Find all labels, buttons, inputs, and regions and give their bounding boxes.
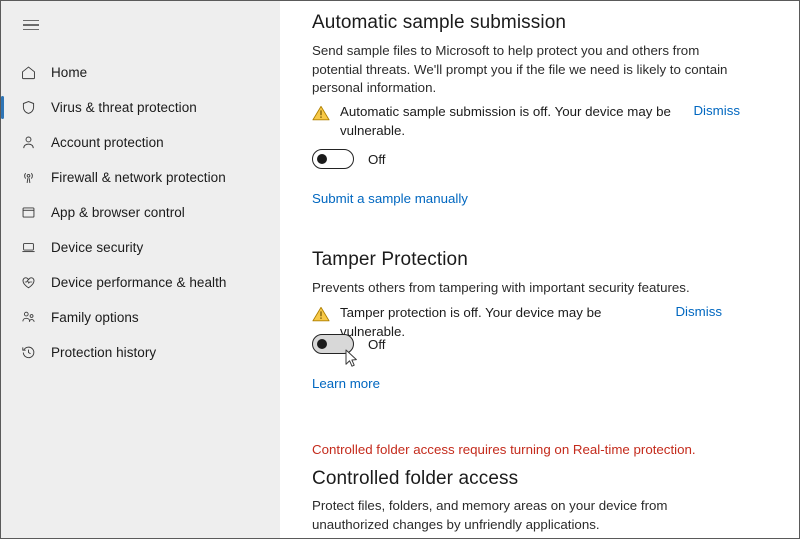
sidebar-item-home[interactable]: Home	[1, 55, 280, 90]
main-content-panel: Automatic sample submission Send sample …	[280, 1, 799, 538]
automatic-sample-submission-warning: Automatic sample submission is off. Your…	[312, 103, 740, 140]
toggle-knob	[317, 339, 327, 349]
automatic-sample-submission-toggle-row: Off	[312, 149, 386, 169]
warning-triangle-icon	[312, 306, 330, 322]
broadcast-icon	[17, 167, 39, 189]
tamper-protection-description: Prevents others from tampering with impo…	[312, 280, 690, 295]
selection-indicator	[1, 166, 4, 189]
automatic-sample-submission-title: Automatic sample submission	[312, 12, 567, 33]
navigation-sidebar: Home Virus & threat protection Account p…	[1, 1, 280, 538]
sidebar-item-virus-threat-protection[interactable]: Virus & threat protection	[1, 90, 280, 125]
sidebar-item-label: Virus & threat protection	[51, 100, 197, 115]
windows-security-window: Home Virus & threat protection Account p…	[0, 0, 800, 539]
hamburger-line	[23, 24, 39, 26]
dismiss-link[interactable]: Dismiss	[675, 304, 722, 319]
sidebar-item-label: Protection history	[51, 345, 157, 360]
person-icon	[17, 132, 39, 154]
sidebar-item-label: Account protection	[51, 135, 164, 150]
selection-indicator	[1, 131, 4, 154]
controlled-folder-access-title: Controlled folder access	[312, 468, 519, 489]
hamburger-line	[23, 19, 39, 22]
selection-indicator	[1, 61, 4, 84]
toggle-knob	[317, 154, 327, 164]
history-clock-icon	[17, 342, 39, 364]
tamper-protection-toggle-row: Off	[312, 334, 386, 354]
sidebar-item-protection-history[interactable]: Protection history	[1, 335, 280, 370]
selection-indicator	[1, 236, 4, 259]
submit-sample-manually-link[interactable]: Submit a sample manually	[312, 191, 468, 206]
controlled-folder-access-error: Controlled folder access requires turnin…	[312, 442, 696, 457]
selection-indicator	[1, 341, 4, 364]
sidebar-item-family-options[interactable]: Family options	[1, 300, 280, 335]
family-icon	[17, 307, 39, 329]
dismiss-link[interactable]: Dismiss	[693, 103, 740, 118]
sidebar-item-app-browser-control[interactable]: App & browser control	[1, 195, 280, 230]
home-icon	[17, 62, 39, 84]
warning-message: Automatic sample submission is off. Your…	[340, 104, 671, 138]
sidebar-nav-list: Home Virus & threat protection Account p…	[1, 55, 280, 370]
sidebar-item-label: Family options	[51, 310, 139, 325]
selection-indicator	[1, 306, 4, 329]
warning-message: Tamper protection is off. Your device ma…	[340, 305, 602, 339]
sidebar-item-label: App & browser control	[51, 205, 185, 220]
sidebar-item-device-performance-health[interactable]: Device performance & health	[1, 265, 280, 300]
selection-indicator	[1, 201, 4, 224]
toggle-state-label: Off	[368, 151, 386, 167]
tamper-protection-toggle[interactable]	[312, 334, 354, 354]
heart-pulse-icon	[17, 272, 39, 294]
automatic-sample-submission-description: Send sample files to Microsoft to help p…	[312, 43, 728, 95]
controlled-folder-access-description: Protect files, folders, and memory areas…	[312, 498, 668, 532]
sidebar-item-label: Device security	[51, 240, 144, 255]
sidebar-item-firewall-network-protection[interactable]: Firewall & network protection	[1, 160, 280, 195]
laptop-icon	[17, 237, 39, 259]
hamburger-line	[23, 28, 39, 31]
learn-more-link[interactable]: Learn more	[312, 376, 380, 391]
hamburger-menu-icon[interactable]	[11, 7, 51, 43]
sidebar-item-label: Home	[51, 65, 88, 80]
shield-icon	[17, 97, 39, 119]
toggle-state-label: Off	[368, 336, 386, 352]
sidebar-item-account-protection[interactable]: Account protection	[1, 125, 280, 160]
selection-indicator	[1, 96, 4, 119]
sidebar-item-label: Device performance & health	[51, 275, 227, 290]
selection-indicator	[1, 271, 4, 294]
app-window-icon	[17, 202, 39, 224]
sidebar-item-label: Firewall & network protection	[51, 170, 226, 185]
sidebar-item-device-security[interactable]: Device security	[1, 230, 280, 265]
warning-triangle-icon	[312, 105, 330, 121]
automatic-sample-submission-toggle[interactable]	[312, 149, 354, 169]
tamper-protection-title: Tamper Protection	[312, 249, 468, 270]
